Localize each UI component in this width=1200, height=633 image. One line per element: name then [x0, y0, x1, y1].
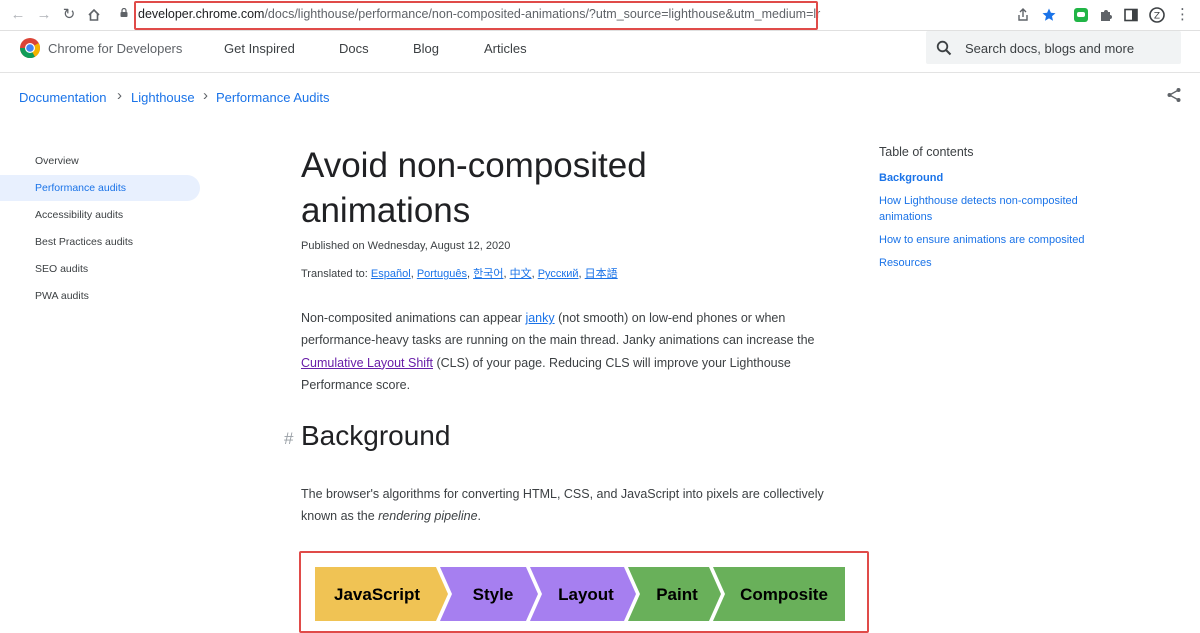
svg-text:Z: Z: [1154, 12, 1160, 22]
site-brand[interactable]: Chrome for Developers: [48, 41, 182, 56]
translation-link-es[interactable]: Español: [371, 268, 411, 280]
pipeline-label-layout: Layout: [558, 585, 614, 604]
sidebar-item-seo-audits[interactable]: SEO audits: [35, 263, 88, 275]
sidebar-item-best-practices-audits[interactable]: Best Practices audits: [35, 236, 133, 248]
page-title: Avoid non-composited animations: [301, 146, 647, 230]
intro-text: Non-composited animations can appear: [301, 311, 526, 325]
line-extension-icon[interactable]: [1073, 7, 1089, 23]
toc-title: Table of contents: [879, 145, 974, 159]
breadcrumb-lighthouse[interactable]: Lighthouse: [131, 90, 195, 105]
url-highlight-box: [134, 1, 818, 30]
home-icon[interactable]: [84, 5, 104, 25]
back-arrow-icon[interactable]: ←: [8, 5, 28, 25]
translation-link-ru[interactable]: Русский: [538, 268, 579, 280]
breadcrumb-documentation[interactable]: Documentation: [19, 90, 106, 105]
forward-arrow-icon[interactable]: →: [34, 5, 54, 25]
chrome-logo-icon[interactable]: [19, 37, 41, 59]
section-anchor-link[interactable]: #: [284, 429, 293, 449]
toc-item-how-lighthouse-detects[interactable]: How Lighthouse detects non-composited an…: [879, 193, 1104, 225]
pipeline-label-style: Style: [473, 585, 514, 604]
sidebar-item-overview[interactable]: Overview: [35, 155, 79, 167]
pipeline-label-javascript: JavaScript: [334, 585, 420, 604]
janky-link[interactable]: janky: [525, 311, 554, 325]
reload-icon[interactable]: ↻: [59, 5, 79, 25]
rendering-pipeline-diagram: JavaScript Style Layout Paint Composite: [315, 567, 845, 621]
lock-icon[interactable]: [120, 8, 128, 17]
background-text: .: [477, 509, 482, 524]
pipeline-label-composite: Composite: [740, 585, 828, 604]
search-placeholder: Search docs, blogs and more: [965, 41, 1135, 56]
share-icon[interactable]: [1015, 7, 1031, 23]
share-page-icon[interactable]: [1166, 87, 1182, 103]
sidebar-item-performance-audits[interactable]: Performance audits: [35, 182, 126, 194]
chevron-right-icon: ›: [203, 87, 208, 104]
sidebar-item-accessibility-audits[interactable]: Accessibility audits: [35, 209, 123, 221]
breadcrumb-performance-audits[interactable]: Performance Audits: [216, 90, 329, 105]
toc-item-background[interactable]: Background: [879, 170, 1109, 186]
background-paragraph: The browser's algorithms for converting …: [301, 483, 846, 528]
chevron-right-icon: ›: [117, 87, 122, 104]
section-heading-background: Background: [301, 420, 451, 451]
side-panel-icon[interactable]: [1123, 7, 1139, 23]
translated-label: Translated to:: [301, 268, 368, 280]
translation-link-zh[interactable]: 中文: [510, 268, 532, 280]
pipeline-label-paint: Paint: [656, 585, 698, 604]
translation-link-pt[interactable]: Português: [417, 268, 467, 280]
extensions-puzzle-icon[interactable]: [1098, 7, 1114, 23]
bookmark-star-icon[interactable]: [1041, 7, 1057, 23]
toc-item-how-to-ensure[interactable]: How to ensure animations are composited: [879, 232, 1109, 248]
nav-docs[interactable]: Docs: [339, 41, 369, 56]
rendering-pipeline-term: rendering pipeline: [378, 509, 478, 524]
sidebar-item-pwa-audits[interactable]: PWA audits: [35, 290, 89, 302]
translation-link-ja[interactable]: 日本語: [585, 268, 618, 280]
profile-avatar-icon[interactable]: Z: [1149, 7, 1165, 23]
nav-get-inspired[interactable]: Get Inspired: [224, 41, 295, 56]
search-icon[interactable]: [936, 40, 952, 56]
translations-line: Translated to: Español, Português, 한국어, …: [301, 268, 618, 280]
cls-link[interactable]: Cumulative Layout Shift: [301, 356, 433, 370]
translation-link-ko[interactable]: 한국어: [473, 268, 503, 280]
nav-blog[interactable]: Blog: [413, 41, 439, 56]
intro-paragraph: Non-composited animations can appear jan…: [301, 307, 846, 396]
menu-kebab-icon[interactable]: ⋮: [1175, 5, 1190, 25]
nav-articles[interactable]: Articles: [484, 41, 527, 56]
published-date: Published on Wednesday, August 12, 2020: [301, 240, 511, 252]
toc-item-resources[interactable]: Resources: [879, 255, 1109, 271]
